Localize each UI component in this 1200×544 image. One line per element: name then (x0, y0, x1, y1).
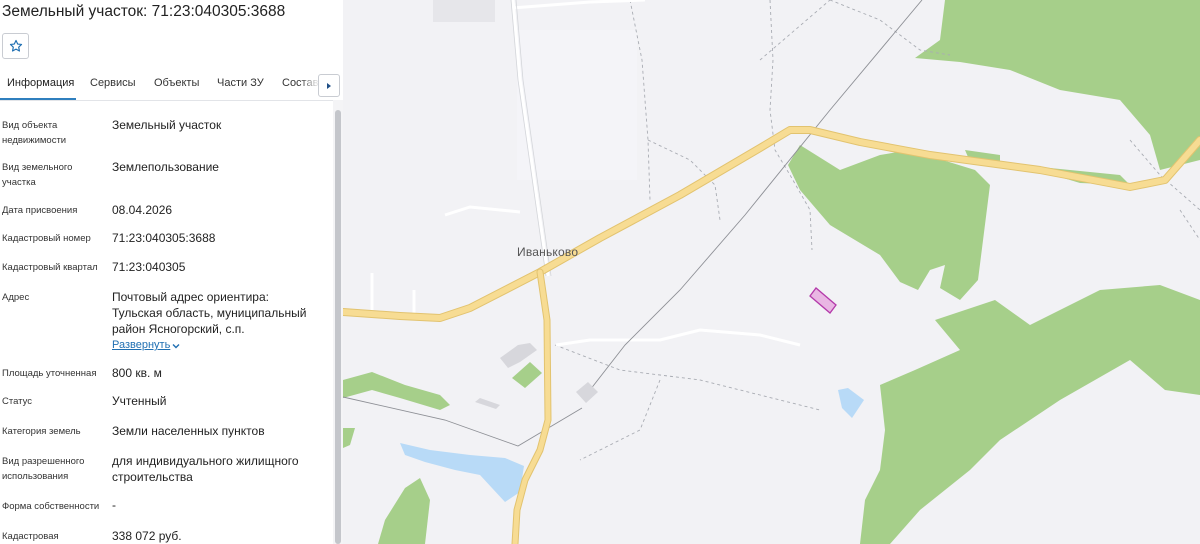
scrollbar-thumb[interactable] (335, 110, 341, 544)
tab-bar: Информация Сервисы Объекты Части ЗУ Сост… (0, 68, 343, 101)
tab-services[interactable]: Сервисы (90, 77, 136, 89)
tab-info[interactable]: Информация (7, 77, 74, 89)
field-label-land-category: Категория земель (2, 426, 81, 437)
map-view[interactable]: Иваньково (343, 0, 1200, 544)
field-value-status: Учтенный (112, 394, 167, 408)
field-label-permitted-use: Вид разрешенного использования (2, 456, 85, 482)
tabs-next-button[interactable] (318, 74, 340, 97)
field-label-area: Площадь уточненная (2, 368, 97, 379)
field-value-cadastral-value: 338 072 руб. (112, 529, 182, 543)
village-label: Иваньково (517, 245, 579, 259)
field-value-permitted-use: для индивидуального жилищного строительс… (112, 454, 299, 484)
favorite-button[interactable] (2, 33, 29, 59)
tab-fade (300, 68, 320, 99)
field-value-cadastral-number: 71:23:040305:3688 (112, 231, 216, 245)
active-tab-indicator (0, 98, 76, 100)
field-value-cadastral-quarter: 71:23:040305 (112, 260, 186, 274)
field-label-date: Дата присвоения (2, 205, 78, 216)
map-canvas[interactable] (343, 0, 1200, 544)
chevron-down-icon[interactable] (171, 341, 181, 351)
star-icon (9, 39, 22, 52)
field-value-object-type: Земельный участок (112, 118, 222, 132)
field-label-cadastral-quarter: Кадастровый квартал (2, 262, 98, 273)
tab-objects[interactable]: Объекты (154, 77, 199, 89)
field-label-status: Статус (2, 396, 33, 407)
field-label-cadastral-value: Кадастровая (2, 531, 59, 542)
field-value-address: Почтовый адрес ориентира: Тульская облас… (112, 290, 307, 336)
page-title: Земельный участок: 71:23:040305:3688 (2, 3, 286, 20)
info-panel: Земельный участок: 71:23:040305:3688 Инф… (0, 0, 343, 544)
chevron-right-icon (327, 82, 331, 89)
expand-link[interactable]: Развернуть (112, 339, 170, 351)
field-label-cadastral-number: Кадастровый номер (2, 233, 91, 244)
field-label-land-type: Вид земельного участка (2, 162, 73, 188)
field-label-object-type: Вид объекта недвижимости (2, 120, 67, 146)
tab-parts[interactable]: Части ЗУ (217, 77, 264, 89)
field-value-land-type: Землепользование (112, 160, 219, 174)
field-value-area: 800 кв. м (112, 366, 162, 380)
field-value-land-category: Земли населенных пунктов (112, 424, 265, 438)
field-value-ownership: - (112, 498, 116, 512)
field-label-address: Адрес (2, 292, 30, 303)
field-value-date: 08.04.2026 (112, 203, 173, 217)
field-label-ownership: Форма собственности (2, 501, 100, 512)
